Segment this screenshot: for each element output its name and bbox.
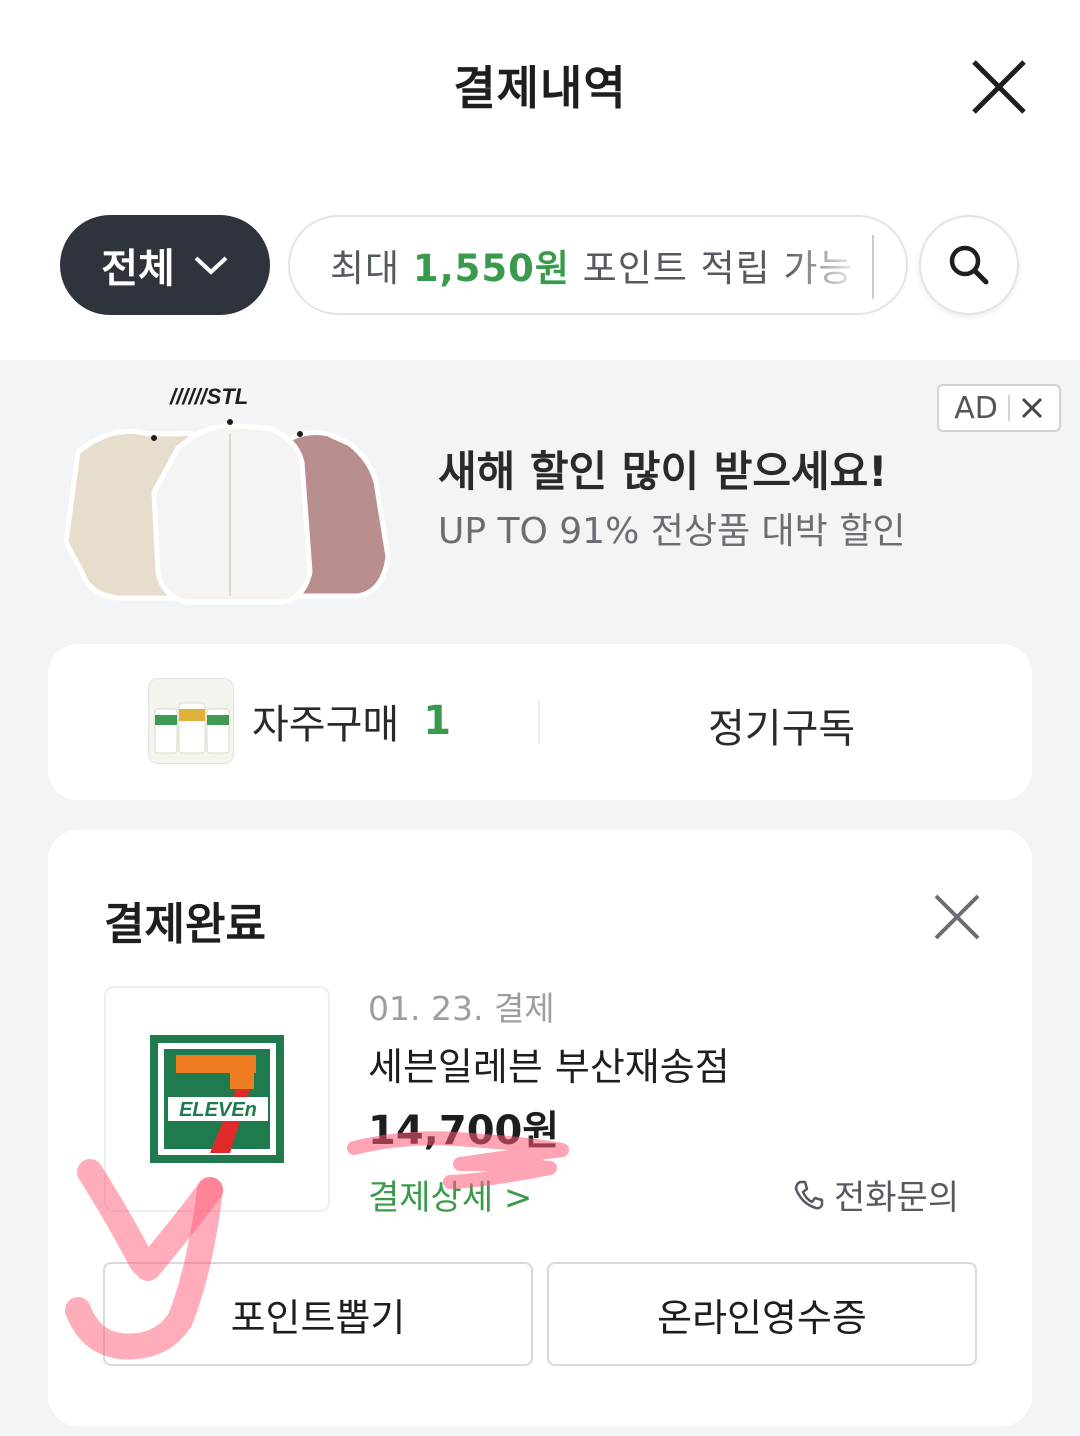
filter-dropdown[interactable]: 전체 — [60, 215, 270, 315]
search-cursor — [872, 235, 874, 299]
store-name: 세븐일레븐 부산재송점 — [368, 1045, 730, 1089]
phone-inquiry-link[interactable]: 전화문의 — [792, 1170, 959, 1219]
search-placeholder: 최대 1,550원 포인트 적립 가능 — [330, 247, 854, 290]
frequent-purchase-count: 1 — [423, 698, 452, 744]
card-divider — [538, 700, 540, 744]
payment-history-page: 결제내역 전체 최대 1,550원 포인트 적립 가능 //////STL 새해… — [0, 0, 1080, 1436]
frequent-purchase-label: 자주구매 — [252, 702, 400, 748]
logo-text: ELEVEn — [179, 1099, 257, 1121]
point-draw-button[interactable]: 포인트뽑기 — [103, 1262, 533, 1366]
search-button[interactable] — [919, 215, 1019, 315]
online-receipt-button[interactable]: 온라인영수증 — [547, 1262, 977, 1366]
search-input[interactable]: 최대 1,550원 포인트 적립 가능 — [288, 215, 908, 315]
subscription-link[interactable]: 정기구독 — [708, 696, 855, 754]
ad-badge-divider — [1007, 395, 1010, 421]
ad-banner[interactable]: //////STL 새해 할인 많이 받으세요! UP TO 91% 전상품 대… — [0, 360, 1080, 630]
payment-date: 01. 23. 결제 — [368, 989, 555, 1028]
ad-product-image[interactable]: //////STL — [58, 382, 398, 606]
ad-close-badge[interactable]: AD — [937, 384, 1061, 432]
close-icon[interactable] — [1020, 396, 1044, 420]
product-thumbnail — [148, 678, 234, 764]
close-icon[interactable] — [932, 892, 982, 942]
frequent-purchase-card: 자주구매 1 정기구독 — [48, 644, 1032, 800]
content-area: //////STL 새해 할인 많이 받으세요! UP TO 91% 전상품 대… — [0, 360, 1080, 1436]
phone-inquiry-label: 전화문의 — [834, 1178, 960, 1218]
chevron-down-icon — [194, 256, 228, 275]
page-title: 결제내역 — [453, 61, 627, 115]
search-fade — [786, 229, 876, 305]
payment-status-title: 결제완료 — [104, 899, 266, 950]
payment-detail-link[interactable]: 결제상세 > — [368, 1170, 532, 1219]
search-icon — [949, 245, 989, 285]
ad-subtitle: UP TO 91% 전상품 대박 할인 — [438, 511, 906, 552]
frequent-purchase-link[interactable]: 자주구매 1 — [148, 678, 451, 764]
phone-icon — [794, 1180, 824, 1209]
filter-label: 전체 — [101, 246, 175, 292]
payment-amount: 14,700원 — [368, 1108, 560, 1154]
close-icon[interactable] — [968, 56, 1030, 118]
ad-brand-logo: //////STL — [169, 384, 248, 409]
ad-label: AD — [954, 390, 998, 426]
store-logo: ELEVEn — [104, 986, 330, 1212]
seven-eleven-logo: ELEVEn — [150, 1035, 284, 1163]
payment-card: 결제완료 ELEVEn 01. 23. 결제 세븐일레븐 부산재송점 14,70… — [48, 830, 1032, 1426]
ad-title: 새해 할인 많이 받으세요! — [438, 447, 888, 496]
